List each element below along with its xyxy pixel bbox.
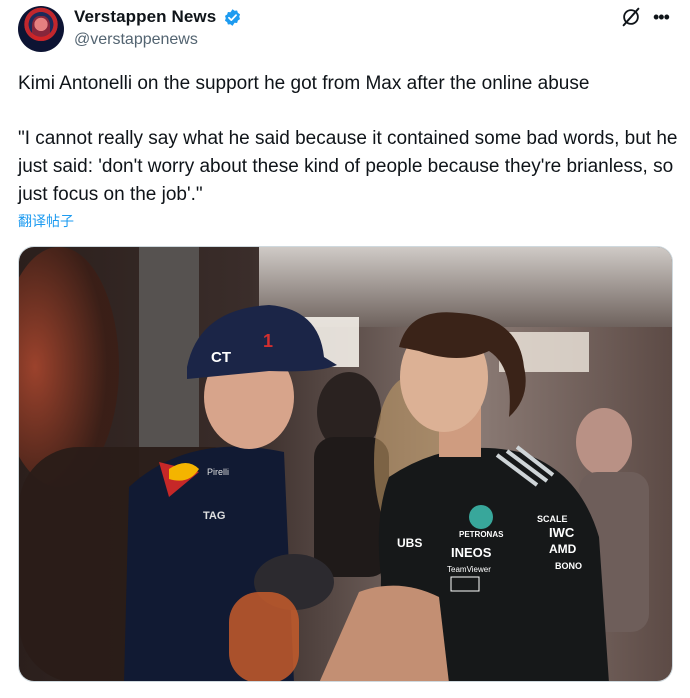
shirt-brand-teamviewer: TeamViewer xyxy=(447,565,491,574)
shirt-brand-amd: AMD xyxy=(549,542,577,556)
grok-icon[interactable] xyxy=(620,6,642,28)
shirt-brand-iwc: IWC xyxy=(549,525,575,540)
more-options-icon[interactable]: ••• xyxy=(653,8,675,28)
rb-brand-pirelli: Pirelli xyxy=(207,467,229,477)
translate-post-link[interactable]: 翻译帖子 xyxy=(18,211,74,231)
shirt-brand-ineos: INEOS xyxy=(451,545,492,560)
post-paragraph-1: Kimi Antonelli on the support he got fro… xyxy=(18,73,590,94)
post-author-avatar[interactable] xyxy=(18,6,64,52)
cap-number-text: 1 xyxy=(263,331,273,351)
shirt-brand-ubs: UBS xyxy=(397,536,422,550)
cap-logo-text: CT xyxy=(211,349,231,366)
shirt-brand-petronas: PETRONAS xyxy=(459,530,504,539)
shirt-brand-bono: BONO xyxy=(555,561,582,571)
author-name[interactable]: Verstappen News xyxy=(74,7,216,27)
verified-badge-icon xyxy=(224,9,241,26)
photo-scene: CT 1 TAG Pirelli PETRONAS INEOS UBS IWC … xyxy=(19,247,672,681)
post-photo[interactable]: CT 1 TAG Pirelli PETRONAS INEOS UBS IWC … xyxy=(18,246,673,682)
post-paragraph-2: "I cannot really say what he said becaus… xyxy=(18,128,678,205)
post-text: Kimi Antonelli on the support he got fro… xyxy=(18,70,678,209)
shirt-brand-scale: SCALE xyxy=(537,514,568,524)
rb-brand-tag: TAG xyxy=(203,510,225,522)
author-handle[interactable]: @verstappenews xyxy=(74,31,198,49)
